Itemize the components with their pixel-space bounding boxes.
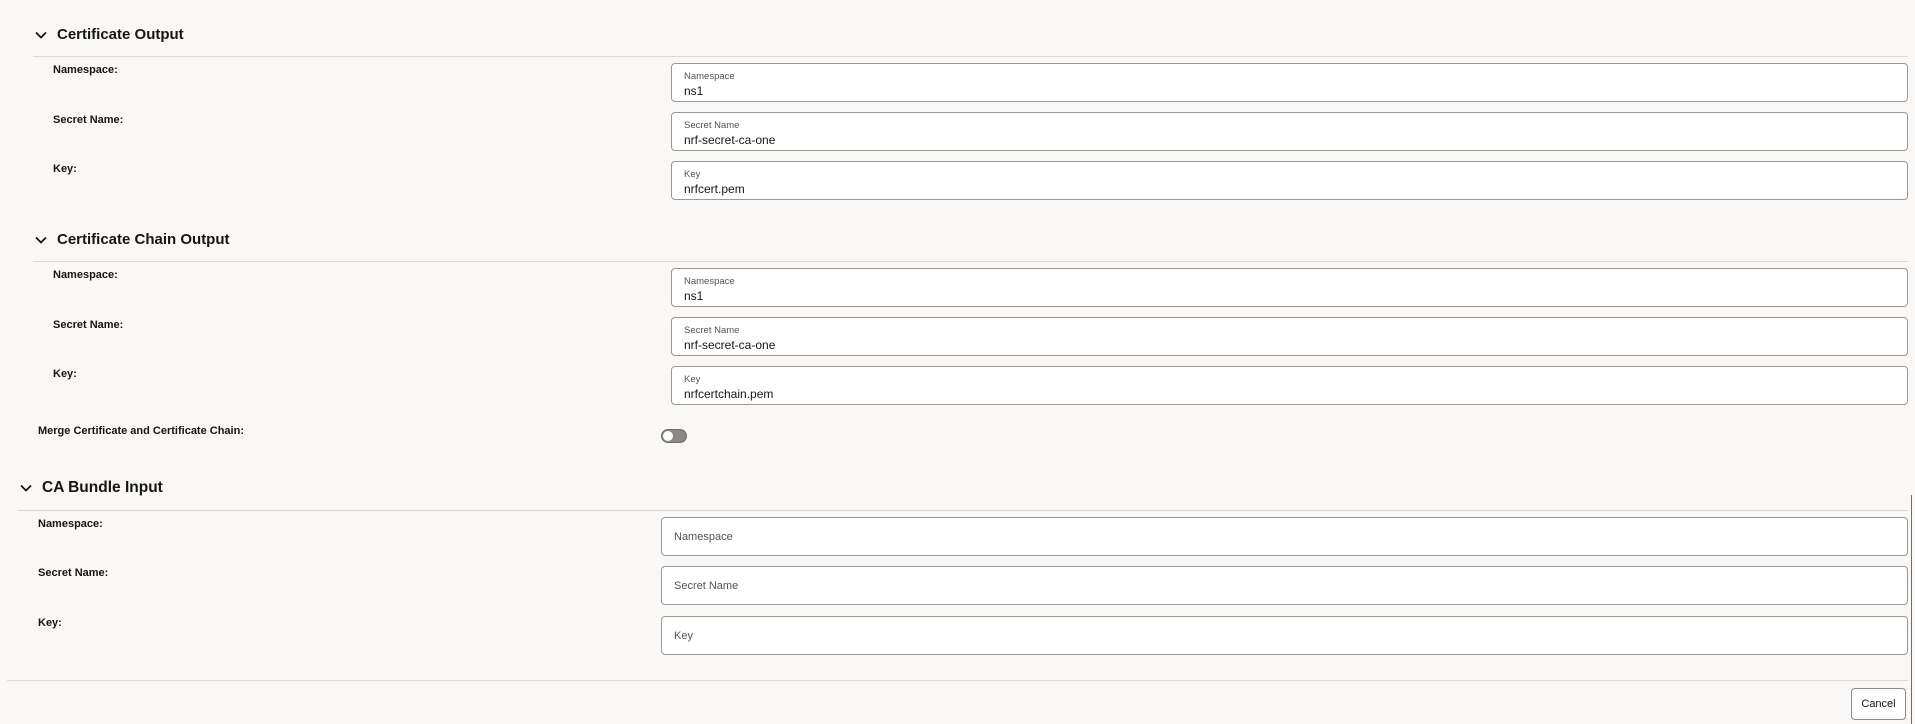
ca-bundle-input-header[interactable]: CA Bundle Input — [18, 479, 163, 497]
section-divider — [18, 510, 1908, 511]
key-field[interactable]: Key — [671, 161, 1908, 200]
merge-toggle[interactable] — [661, 429, 687, 443]
secret-name-label: Secret Name: — [53, 319, 124, 331]
footer-divider — [7, 680, 1908, 681]
secret-name-field[interactable] — [661, 566, 1908, 605]
key-label: Key: — [53, 163, 77, 175]
section-title: Certificate Chain Output — [57, 231, 230, 248]
secret-name-input[interactable] — [684, 133, 1895, 147]
chevron-down-icon[interactable] — [18, 480, 34, 496]
toggle-knob — [663, 431, 673, 441]
namespace-label: Namespace: — [53, 269, 118, 281]
key-input[interactable] — [674, 628, 1895, 644]
field-label: Key — [684, 374, 701, 385]
field-label: Key — [684, 169, 701, 180]
namespace-field[interactable]: Namespace — [671, 63, 1908, 102]
namespace-input[interactable] — [684, 289, 1895, 303]
certificate-output-header[interactable]: Certificate Output — [33, 26, 184, 43]
namespace-field[interactable] — [661, 517, 1908, 556]
namespace-input[interactable] — [674, 529, 1895, 545]
secret-name-input[interactable] — [684, 338, 1895, 352]
field-label: Secret Name — [684, 325, 740, 336]
key-label: Key: — [53, 368, 77, 380]
secret-name-input[interactable] — [674, 578, 1895, 594]
cancel-button[interactable]: Cancel — [1851, 688, 1906, 720]
key-field[interactable] — [661, 616, 1908, 655]
namespace-field[interactable]: Namespace — [671, 268, 1908, 307]
page: Certificate Output Namespace: Namespace … — [0, 0, 1915, 724]
field-label: Namespace — [684, 71, 735, 82]
namespace-input[interactable] — [684, 84, 1895, 98]
certificate-chain-output-header[interactable]: Certificate Chain Output — [33, 231, 230, 248]
merge-label: Merge Certificate and Certificate Chain: — [38, 425, 244, 437]
namespace-label: Namespace: — [53, 64, 118, 76]
key-input[interactable] — [684, 182, 1895, 196]
section-divider — [33, 56, 1908, 57]
field-label: Namespace — [684, 276, 735, 287]
secret-name-field[interactable]: Secret Name — [671, 112, 1908, 151]
secret-name-label: Secret Name: — [38, 567, 109, 579]
chevron-down-icon[interactable] — [33, 27, 49, 43]
scrollbar[interactable] — [1911, 495, 1912, 724]
section-divider — [33, 261, 1908, 262]
key-input[interactable] — [684, 387, 1895, 401]
namespace-label: Namespace: — [38, 518, 103, 530]
section-title: CA Bundle Input — [42, 479, 163, 496]
section-title: Certificate Output — [57, 26, 184, 43]
secret-name-field[interactable]: Secret Name — [671, 317, 1908, 356]
key-field[interactable]: Key — [671, 366, 1908, 405]
field-label: Secret Name — [684, 120, 740, 131]
secret-name-label: Secret Name: — [53, 114, 124, 126]
chevron-down-icon[interactable] — [33, 232, 49, 248]
key-label: Key: — [38, 617, 62, 629]
